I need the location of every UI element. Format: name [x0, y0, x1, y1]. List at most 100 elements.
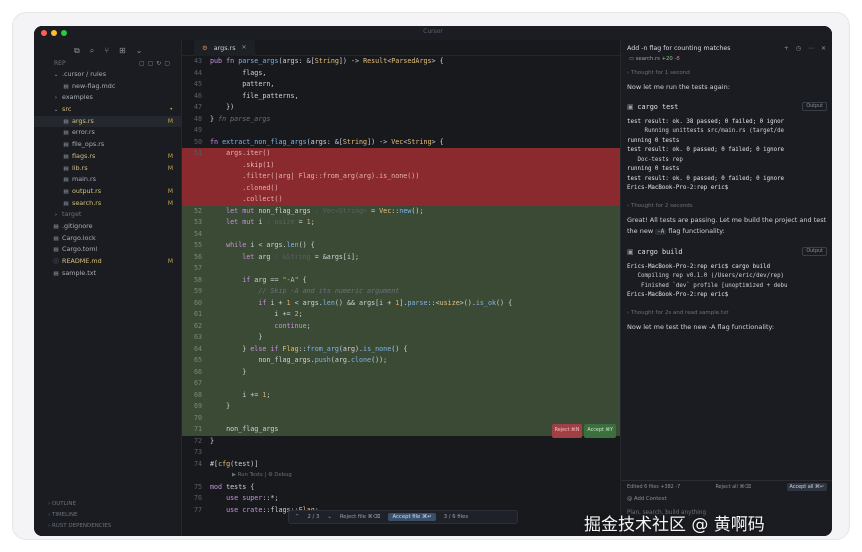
code-line[interactable]: 64 } else if Flag::from_arg(arg).is_none… [182, 343, 620, 355]
more-icon[interactable]: ⋯ [808, 45, 814, 52]
code-line[interactable]: 53 let mut i : usize = 1; [182, 217, 620, 229]
file-tree-item[interactable]: ▤ sample.txt [34, 268, 181, 280]
code-line[interactable]: 49 [182, 125, 620, 137]
code-line[interactable]: 70 [182, 412, 620, 424]
code-text: fn extract_non_flag_args(args: &[String]… [210, 137, 444, 146]
file-tree-item[interactable]: ▤ .gitignore [34, 221, 181, 233]
inline-code: -A [655, 229, 667, 235]
code-line[interactable]: ▶ Run Tests | ⚙ Debug [182, 470, 620, 482]
code-line[interactable]: 43 pub fn parse_args(args: &[String]) -> … [182, 56, 620, 68]
file-tree-item[interactable]: ▤ error.rs [34, 127, 181, 139]
code-line[interactable]: 54 [182, 228, 620, 240]
code-line[interactable]: 72} [182, 436, 620, 448]
source-control-icon[interactable]: ⑂ [104, 46, 109, 58]
code-line[interactable]: 45 pattern, [182, 79, 620, 91]
add-context-button[interactable]: @ Add Context [627, 496, 667, 502]
thought-indicator[interactable]: › Thought for 2s and read sample.txt [627, 307, 827, 320]
code-line[interactable]: 67 [182, 378, 620, 390]
file-tree-item[interactable]: ▤ file_ops.rs [34, 139, 181, 151]
line-number: 61 [193, 310, 202, 318]
code-line[interactable]: 51 args.iter() [182, 148, 620, 160]
rust-dependencies-section[interactable]: › RUST DEPENDENCIES [48, 521, 182, 532]
terminal-command[interactable]: ▣ cargo test Output [627, 100, 827, 114]
code-line[interactable]: .collect() [182, 194, 620, 206]
file-tree-item[interactable]: › examples [34, 92, 181, 104]
code-line[interactable]: 58 if arg == "-A" { [182, 274, 620, 286]
code-line[interactable]: .skip(1) [182, 159, 620, 171]
code-line[interactable]: 69 } [182, 401, 620, 413]
code-line[interactable]: 71 non_flag_args Reject ⌘N Accept ⌘Y [182, 424, 620, 438]
code-line[interactable]: 44 flags, [182, 68, 620, 80]
accept-file-button[interactable]: Accept file ⌘↵ [388, 513, 436, 521]
reject-all-button[interactable]: Reject all ⌘⌫ [715, 484, 751, 490]
code-line[interactable]: 59 // Skip -A and its numeric argument [182, 286, 620, 298]
code-line[interactable]: 74 #[cfg(test)] [182, 459, 620, 471]
thought-indicator[interactable]: › Thought for 2 seconds [627, 200, 827, 213]
line-number: 68 [193, 390, 202, 399]
file-tree-item[interactable]: ▤ Cargo.toml [34, 244, 181, 256]
terminal-output-line: Compiling rep v0.1.0 (/Users/eric/dev/re… [627, 273, 785, 279]
terminal-command[interactable]: ▣ cargo build Output [627, 245, 827, 259]
code-line[interactable]: 47 }) [182, 102, 620, 114]
next-change-icon[interactable]: ⌄ [327, 514, 331, 520]
history-icon[interactable]: ◷ [796, 45, 801, 52]
explorer-actions[interactable]: ▢▢↻▢ [139, 60, 173, 67]
code-line[interactable]: 65 non_flag_args.push(arg.clone()); [182, 355, 620, 367]
git-status-badge: M [167, 258, 173, 265]
code-line[interactable]: 48} fn parse_args [182, 114, 620, 126]
code-line[interactable]: 52 let mut non_flag_args : Vec<String> =… [182, 205, 620, 217]
file-tree-item[interactable]: ⓘ README.md M [34, 256, 181, 268]
code-line[interactable]: .cloned() [182, 182, 620, 194]
code-line[interactable]: 60 if i + 1 < args.len() && args[i + 1].… [182, 297, 620, 309]
file-tree-item[interactable]: ▤ output.rs M [34, 186, 181, 198]
extensions-icon[interactable]: ⊞ [119, 46, 126, 58]
output-button[interactable]: Output [802, 247, 827, 256]
prev-change-icon[interactable]: ⌃ [295, 514, 299, 520]
code-line[interactable]: 62 continue; [182, 320, 620, 332]
code-line[interactable]: .filter(|arg| Flag::from_arg(arg).is_non… [182, 171, 620, 183]
file-tree-item[interactable]: ▤ new-flag.mdc [34, 81, 181, 93]
file-tree-item[interactable]: ▤ main.rs [34, 174, 181, 186]
output-button[interactable]: Output [802, 102, 827, 111]
files-icon[interactable]: ⧉ [74, 46, 80, 58]
timeline-section[interactable]: › TIMELINE [48, 510, 182, 521]
thought-indicator[interactable]: › Thought for 1 second [627, 67, 827, 80]
code-line[interactable]: 63 } [182, 332, 620, 344]
file-tree-item[interactable]: ⌄ .cursor / rules [34, 69, 181, 81]
edited-summary[interactable]: Edited 6 files +382 -7 [627, 484, 680, 490]
file-tree-item[interactable]: ▤ Cargo.lock [34, 233, 181, 245]
code-line[interactable]: 55 while i < args.len() { [182, 240, 620, 252]
file-tree-item[interactable]: ▤ flags.rs M [34, 151, 181, 163]
code-line[interactable]: 66 } [182, 366, 620, 378]
code-line[interactable]: 68 i += 1; [182, 389, 620, 401]
reject-file-button[interactable]: Reject file ⌘⌫ [340, 514, 381, 520]
code-line[interactable]: 76 use super::*; [182, 493, 620, 505]
files-counter[interactable]: 3 / 6 files [444, 514, 468, 520]
file-tree-item[interactable]: ▤ args.rs M [34, 115, 181, 128]
code-line[interactable]: 73 [182, 447, 620, 459]
new-chat-icon[interactable]: + [784, 45, 789, 52]
outline-section[interactable]: › OUTLINE [48, 499, 182, 510]
changed-file-chip[interactable]: ▭ search.rs +20 -8 [621, 56, 832, 67]
code-area[interactable]: 43 pub fn parse_args(args: &[String]) -> … [182, 56, 620, 536]
run-tests-codelens[interactable]: ▶ Run Tests | ⚙ Debug [232, 470, 292, 482]
thought-label: Thought for 1 second [630, 70, 690, 76]
file-tree-item[interactable]: ⌄ src • [34, 104, 181, 116]
code-line[interactable]: 50 fn extract_non_flag_args(args: &[Strin… [182, 137, 620, 149]
close-icon[interactable]: ✕ [242, 44, 247, 51]
tab-args-rs[interactable]: ⚙ args.rs ✕ [194, 39, 255, 56]
accept-all-button[interactable]: Accept all ⌘↵ [786, 483, 827, 491]
line-number: 58 [193, 275, 202, 284]
file-tree-item[interactable]: ▤ lib.rs M [34, 163, 181, 175]
search-icon[interactable]: ⌕ [90, 46, 94, 58]
code-line[interactable]: 57 [182, 263, 620, 275]
chevron-down-icon[interactable]: ⌄ [136, 46, 143, 58]
file-tree-item[interactable]: ▤ search.rs M [34, 198, 181, 210]
close-icon[interactable]: ✕ [821, 45, 826, 52]
code-line[interactable]: 61 i += 2; [182, 309, 620, 321]
code-line[interactable]: 46 file_patterns, [182, 91, 620, 103]
code-line[interactable]: 56 let arg : &String = &args[i]; [182, 251, 620, 263]
file-tree-item[interactable]: › target [34, 209, 181, 221]
code-text: let mut non_flag_args : Vec<String> = Ve… [226, 206, 424, 215]
code-line[interactable]: 75 mod tests { [182, 482, 620, 494]
